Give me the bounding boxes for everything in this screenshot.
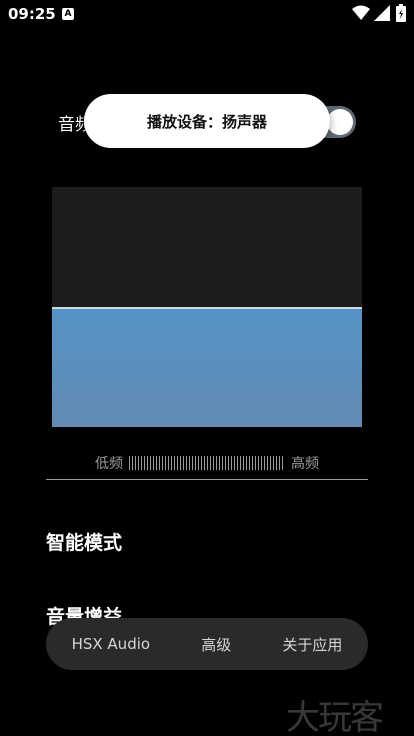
status-time: 09:25 — [8, 5, 56, 23]
toast-message: 播放设备：扬声器 — [84, 94, 330, 148]
bottom-nav: HSX Audio 高级 关于应用 — [46, 618, 368, 670]
audio-visualizer — [52, 187, 362, 427]
high-frequency-label: 高频 — [291, 456, 319, 472]
nav-item-advanced[interactable]: 高级 — [193, 628, 239, 661]
screen: 09:25 A 音频 播放设备：扬声器 低频 高频 智能模式 音量增益 HSX … — [0, 0, 414, 736]
visualizer-level-fill — [52, 307, 362, 427]
frequency-scale: 低频 高频 — [46, 452, 368, 474]
frequency-ticks — [129, 456, 285, 470]
toggle-knob[interactable] — [327, 109, 353, 135]
status-bar: 09:25 A — [0, 0, 414, 28]
signal-icon — [374, 5, 390, 21]
wifi-icon — [352, 5, 370, 20]
divider — [46, 479, 368, 480]
notification-icon: A — [62, 8, 74, 20]
nav-item-hsx-audio[interactable]: HSX Audio — [64, 629, 158, 659]
nav-item-about[interactable]: 关于应用 — [274, 628, 350, 661]
low-frequency-label: 低频 — [95, 456, 123, 472]
battery-icon — [396, 4, 406, 22]
smart-mode-title[interactable]: 智能模式 — [46, 528, 122, 555]
watermark-logo: 大玩客 — [286, 698, 384, 736]
